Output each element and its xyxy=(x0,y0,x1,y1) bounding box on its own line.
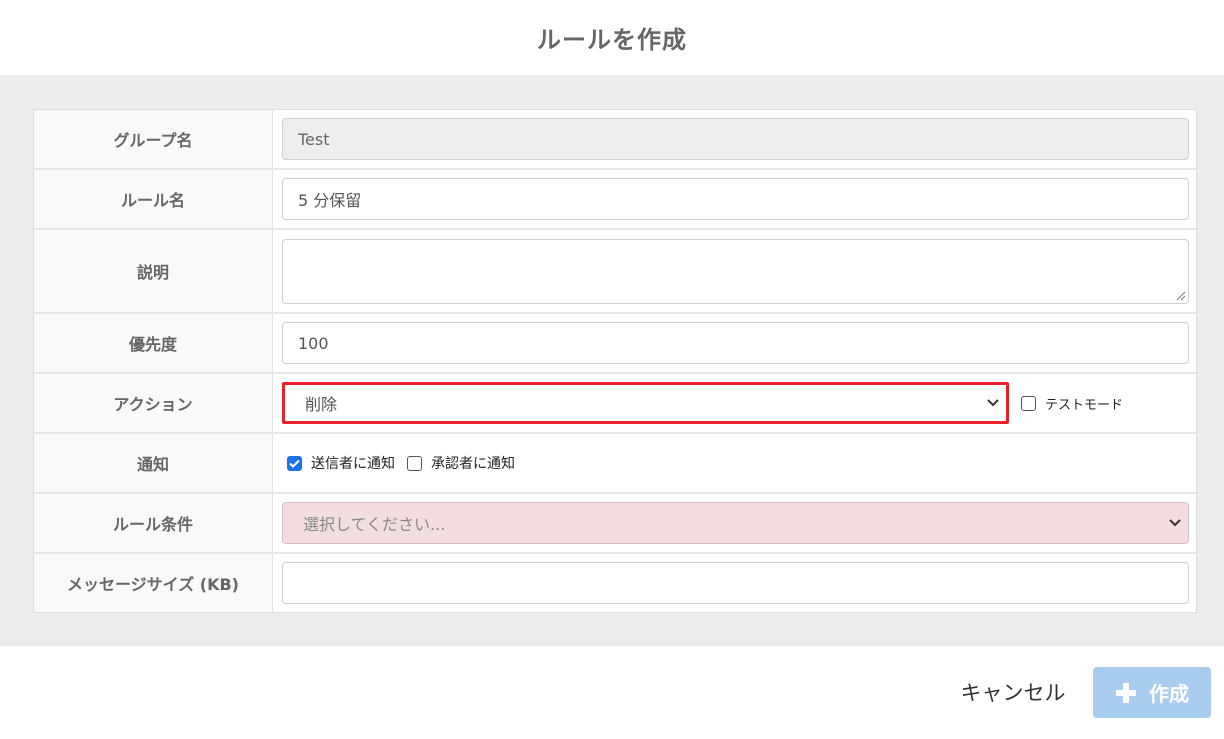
chevron-down-icon xyxy=(1169,519,1181,527)
row-rule-condition: ルール条件 選択してください... xyxy=(34,494,1196,554)
message-size-input[interactable] xyxy=(282,562,1189,604)
action-label: アクション xyxy=(34,374,273,432)
row-action: アクション 削除 テストモード xyxy=(34,374,1196,434)
notify-approver-label: 承認者に通知 xyxy=(431,456,515,472)
rule-condition-placeholder: 選択してください... xyxy=(303,515,446,534)
row-description: 説明 xyxy=(34,230,1196,314)
notify-sender-checkbox[interactable] xyxy=(287,455,302,471)
resize-handle-icon[interactable] xyxy=(1175,290,1186,301)
dialog-body: グループ名 Test ルール名 5 分保留 説明 優先度 100 アクション 削… xyxy=(0,75,1224,646)
rule-condition-label: ルール条件 xyxy=(34,494,273,552)
priority-input[interactable]: 100 xyxy=(282,322,1189,364)
notify-label: 通知 xyxy=(34,434,273,492)
test-mode-checkbox[interactable] xyxy=(1021,395,1036,411)
cancel-button[interactable]: キャンセル xyxy=(948,674,1078,710)
test-mode-label: テストモード xyxy=(1045,397,1124,413)
notify-sender-label: 送信者に通知 xyxy=(311,456,395,472)
dialog-footer: キャンセル 作成 xyxy=(0,646,1224,739)
action-select[interactable]: 削除 xyxy=(282,382,1009,424)
row-priority: 優先度 100 xyxy=(34,314,1196,374)
rule-name-label: ルール名 xyxy=(34,170,273,228)
action-select-value: 削除 xyxy=(305,395,338,414)
description-textarea[interactable] xyxy=(282,238,1189,304)
plus-icon xyxy=(1116,682,1136,703)
dialog-title: ルールを作成 xyxy=(537,26,687,54)
create-button[interactable]: 作成 xyxy=(1093,667,1211,718)
priority-label: 優先度 xyxy=(34,314,273,372)
notify-approver-checkbox[interactable] xyxy=(407,455,422,471)
message-size-label: メッセージサイズ (KB) xyxy=(34,554,273,612)
checkmark-icon xyxy=(289,459,300,468)
rule-form: グループ名 Test ルール名 5 分保留 説明 優先度 100 アクション 削… xyxy=(33,109,1197,613)
rule-name-input[interactable]: 5 分保留 xyxy=(282,178,1189,220)
chevron-down-icon xyxy=(987,399,999,407)
row-group-name: グループ名 Test xyxy=(34,110,1196,170)
rule-condition-select[interactable]: 選択してください... xyxy=(282,502,1189,544)
create-button-label: 作成 xyxy=(1149,682,1189,706)
row-rule-name: ルール名 5 分保留 xyxy=(34,170,1196,230)
group-name-input: Test xyxy=(282,118,1189,160)
row-message-size: メッセージサイズ (KB) xyxy=(34,554,1196,612)
dialog-header: ルールを作成 xyxy=(0,0,1224,75)
group-name-label: グループ名 xyxy=(34,110,273,168)
description-label: 説明 xyxy=(34,230,273,312)
row-notify: 通知 送信者に通知 承認者に通知 xyxy=(34,434,1196,494)
